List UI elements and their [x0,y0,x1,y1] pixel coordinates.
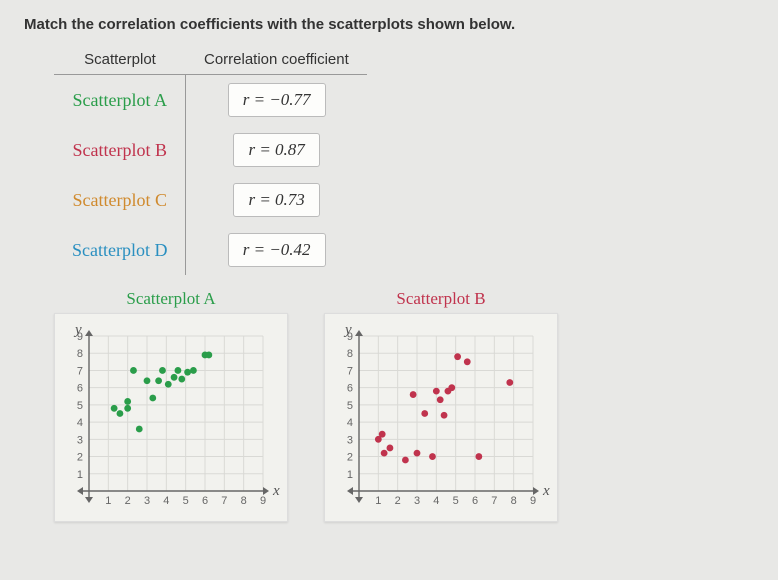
row-b-label: Scatterplot B [54,125,186,175]
svg-text:4: 4 [77,417,83,429]
svg-text:7: 7 [77,365,83,377]
svg-text:6: 6 [347,383,353,395]
svg-text:6: 6 [202,495,208,507]
scatterplot-a: 123456789123456789xy [54,313,288,522]
svg-text:4: 4 [347,417,353,429]
svg-text:7: 7 [347,365,353,377]
row-a-coeff[interactable]: r = −0.77 [228,83,326,117]
row-c-coeff[interactable]: r = 0.73 [233,183,319,217]
svg-text:x: x [542,483,550,499]
svg-text:5: 5 [347,400,353,412]
svg-text:x: x [272,483,280,499]
svg-text:3: 3 [414,495,420,507]
svg-text:8: 8 [347,348,353,360]
svg-text:6: 6 [472,495,478,507]
svg-text:1: 1 [105,495,111,507]
svg-text:y: y [343,322,352,338]
svg-text:5: 5 [183,495,189,507]
svg-text:8: 8 [511,495,517,507]
svg-text:3: 3 [144,495,150,507]
row-c-label: Scatterplot C [54,175,186,225]
match-table: Scatterplot Correlation coefficient Scat… [54,45,367,275]
svg-text:6: 6 [77,383,83,395]
row-a-label: Scatterplot A [54,75,186,126]
row-d-label: Scatterplot D [54,225,186,275]
svg-text:7: 7 [491,495,497,507]
header-scatterplot: Scatterplot [54,45,186,75]
svg-text:4: 4 [433,495,439,507]
svg-text:1: 1 [77,469,83,481]
svg-text:8: 8 [77,348,83,360]
svg-text:2: 2 [77,452,83,464]
svg-text:1: 1 [347,469,353,481]
row-d-coeff[interactable]: r = −0.42 [228,233,326,267]
svg-text:4: 4 [163,495,169,507]
svg-text:y: y [73,322,82,338]
row-b-coeff[interactable]: r = 0.87 [233,133,319,167]
svg-text:3: 3 [77,434,83,446]
svg-text:2: 2 [125,495,131,507]
question-text: Match the correlation coefficients with … [24,16,754,33]
scatterplot-b: 123456789123456789xy [324,313,558,522]
svg-text:7: 7 [221,495,227,507]
svg-text:3: 3 [347,434,353,446]
svg-text:9: 9 [260,495,266,507]
svg-text:8: 8 [241,495,247,507]
svg-text:9: 9 [530,495,536,507]
svg-text:5: 5 [77,400,83,412]
svg-text:2: 2 [395,495,401,507]
plot-b-title: Scatterplot B [324,289,558,309]
plot-a-title: Scatterplot A [54,289,288,309]
svg-text:1: 1 [375,495,381,507]
svg-text:2: 2 [347,452,353,464]
header-coefficient: Correlation coefficient [186,45,367,75]
svg-text:5: 5 [453,495,459,507]
